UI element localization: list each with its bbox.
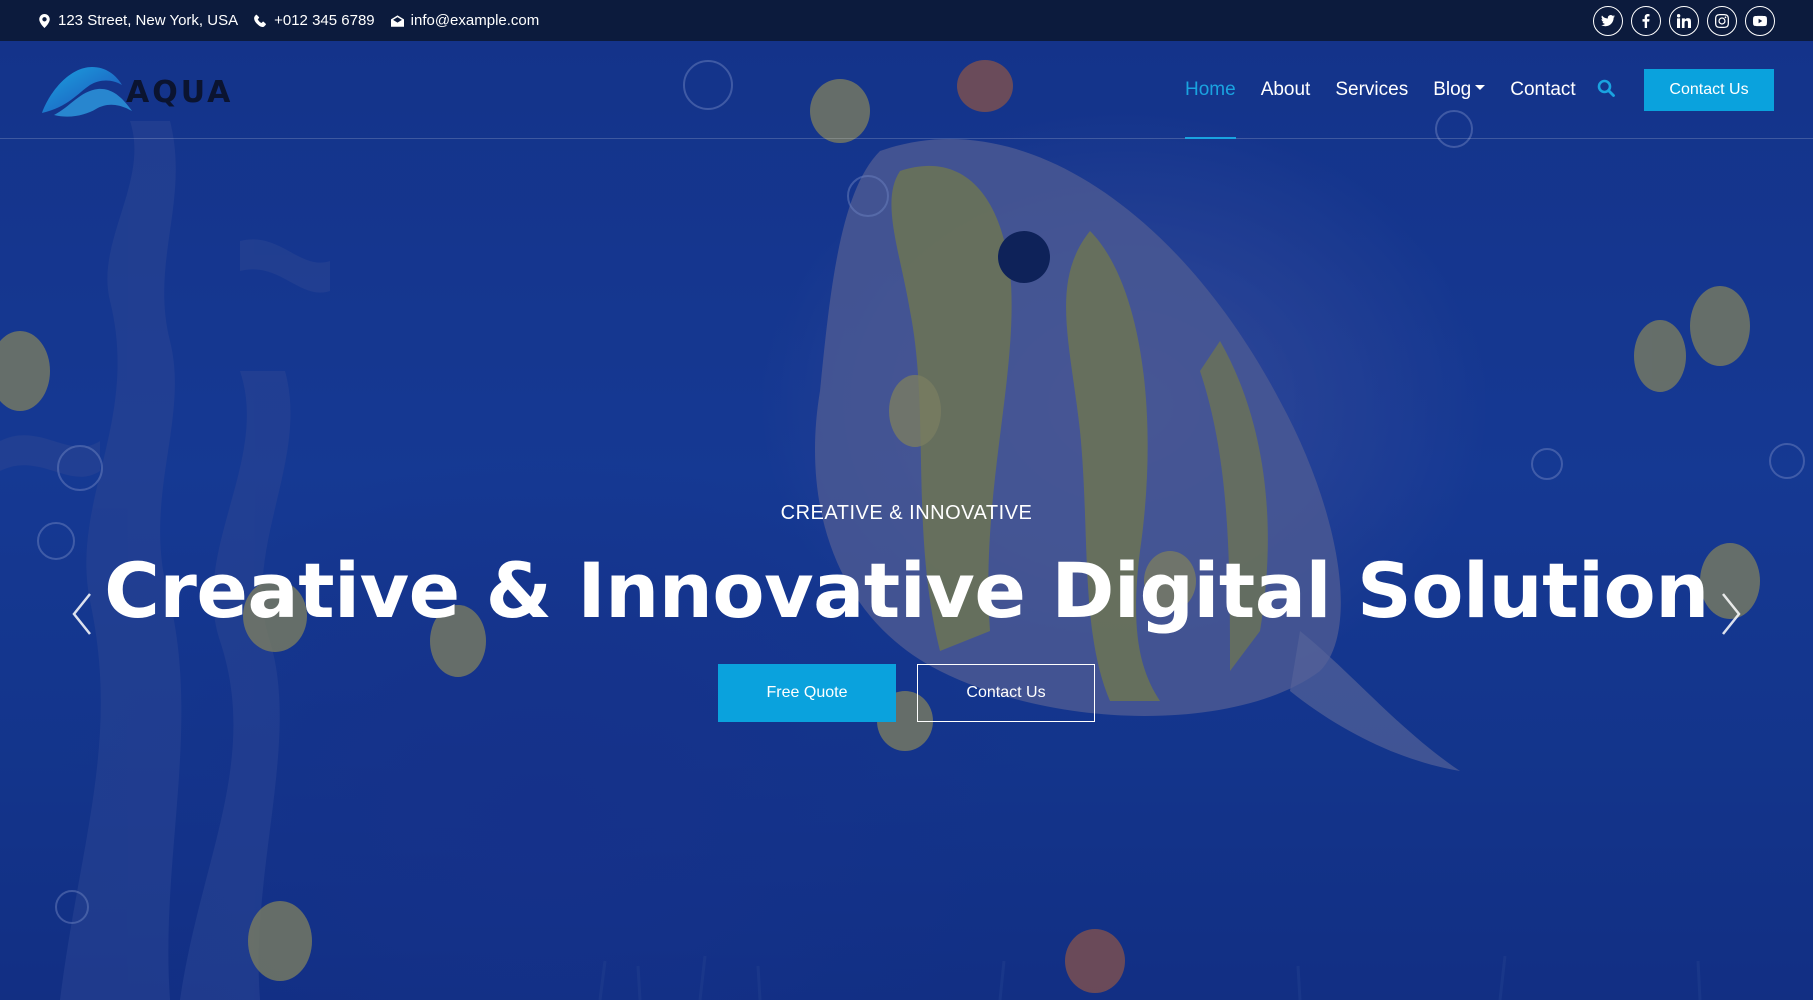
topbar-contacts: 123 Street, New York, USA +012 345 6789 …	[38, 12, 539, 29]
nav-blog[interactable]: Blog	[1433, 41, 1486, 139]
nav-home[interactable]: Home	[1185, 41, 1236, 139]
twitter-icon	[1601, 14, 1615, 26]
search-icon	[1597, 79, 1615, 97]
hero-headline: Creative & Innovative Digital Solution	[104, 546, 1709, 635]
carousel-prev-button[interactable]	[68, 590, 98, 638]
carousel-next-button[interactable]	[1715, 590, 1745, 638]
phone-text: +012 345 6789	[274, 12, 375, 29]
address-text: 123 Street, New York, USA	[58, 12, 239, 29]
nav-services[interactable]: Services	[1335, 41, 1408, 139]
nav-links: Home About Services Blog Contact	[1185, 41, 1601, 139]
phone-icon	[254, 14, 267, 27]
twitter-button[interactable]	[1593, 5, 1623, 36]
nav-contact[interactable]: Contact	[1510, 41, 1575, 139]
chevron-right-icon	[1722, 593, 1741, 635]
instagram-icon	[1715, 13, 1729, 28]
nav-blog-label: Blog	[1433, 79, 1472, 100]
envelope-icon	[390, 14, 404, 27]
email-item: info@example.com	[390, 12, 540, 29]
nav-contact-us-button[interactable]: Contact Us	[1644, 69, 1774, 111]
main-navbar: AQUA Home About Services Blog Contact Co…	[0, 41, 1813, 139]
chevron-left-icon	[72, 593, 91, 635]
brand-logo[interactable]: AQUA	[40, 60, 240, 120]
youtube-button[interactable]	[1745, 5, 1775, 36]
instagram-button[interactable]	[1707, 5, 1737, 36]
youtube-icon	[1753, 15, 1767, 26]
linkedin-button[interactable]	[1669, 5, 1699, 36]
logo-text: AQUA	[126, 75, 234, 110]
hero-eyebrow: CREATIVE & INNOVATIVE	[780, 502, 1033, 524]
map-pin-icon	[39, 13, 50, 28]
linkedin-icon	[1677, 13, 1691, 28]
facebook-icon	[1642, 13, 1650, 28]
email-text: info@example.com	[410, 12, 540, 29]
caret-down-icon	[1475, 84, 1486, 90]
search-button[interactable]	[1597, 79, 1617, 99]
address-item: 123 Street, New York, USA	[38, 12, 238, 29]
wave-logo-icon	[42, 66, 132, 117]
social-links	[1593, 5, 1775, 36]
phone-item: +012 345 6789	[254, 12, 375, 29]
topbar: 123 Street, New York, USA +012 345 6789 …	[0, 0, 1813, 41]
nav-about[interactable]: About	[1261, 41, 1311, 139]
facebook-button[interactable]	[1631, 5, 1661, 36]
hero-contact-us-button[interactable]: Contact Us	[917, 664, 1095, 722]
free-quote-button[interactable]: Free Quote	[718, 664, 896, 722]
